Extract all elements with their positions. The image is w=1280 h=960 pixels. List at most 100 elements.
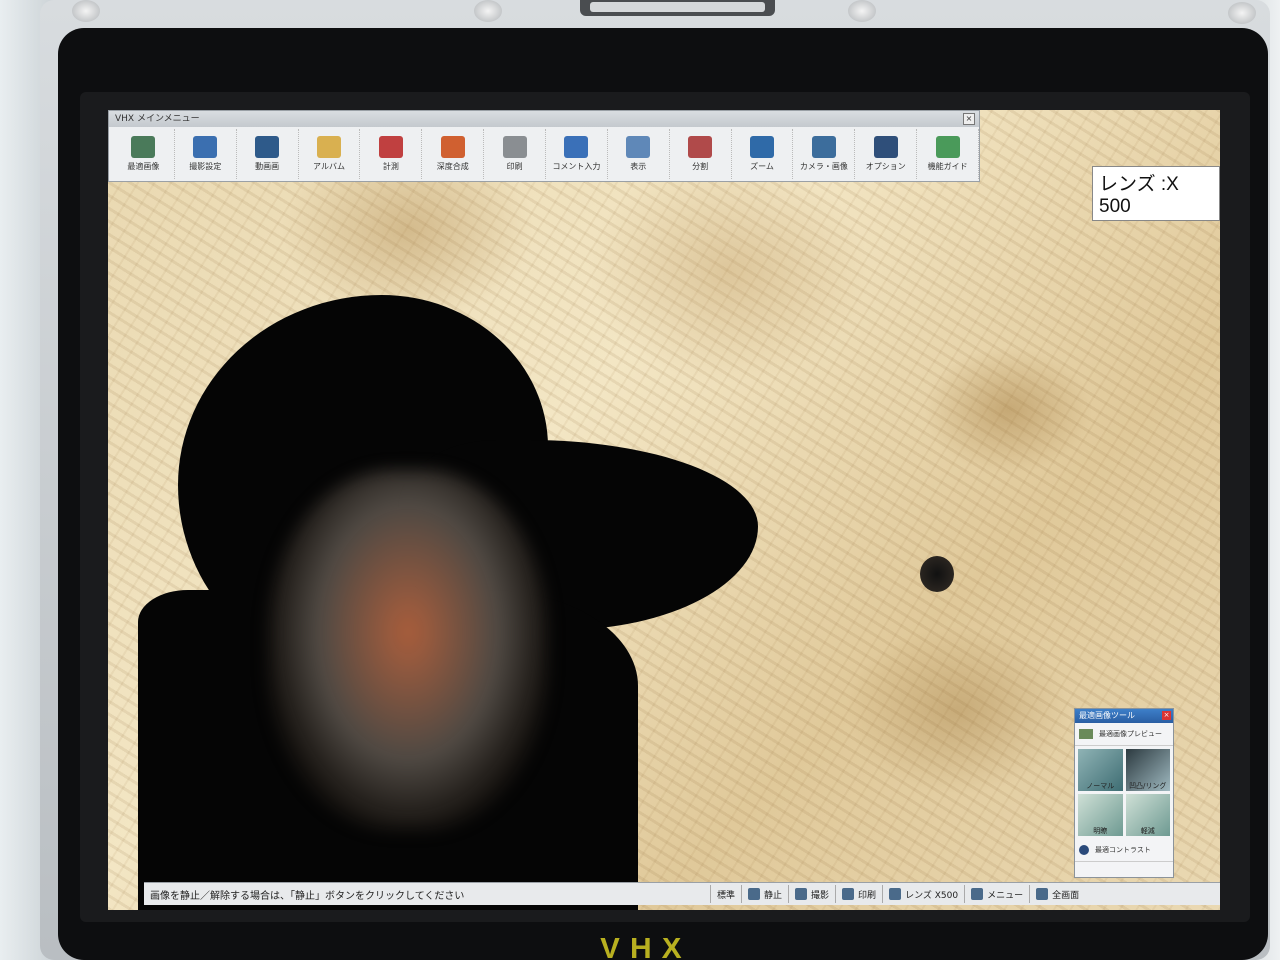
capture-button[interactable]: 撮影: [788, 885, 835, 903]
toolbar-buttons: 最適画像 撮影設定 動画画 アルバム 計測 深度合成 印刷 コメント入力 表示 分割 ズーム カメラ・…: [109, 127, 980, 181]
status-item-label: メニュー: [987, 890, 1024, 901]
main-menu-title: VHX メインメニュー ×: [109, 111, 979, 127]
camera-settings-icon: [193, 136, 218, 158]
3d-icon: [440, 136, 465, 158]
toolbar-button[interactable]: コメント入力: [546, 129, 608, 179]
thumb-normal[interactable]: ノーマル: [1078, 749, 1123, 791]
lens-icon: [889, 888, 902, 900]
screw: [1228, 2, 1256, 24]
toolbar-button-label: 印刷: [506, 162, 523, 171]
toolbar-button-label: 分割: [692, 162, 709, 171]
lens-magnification: レンズ :X 500: [1092, 166, 1220, 221]
preview-icon: [1079, 729, 1093, 739]
toolbar-button-label: 表示: [630, 162, 647, 171]
toolbar-button[interactable]: 撮影設定: [175, 129, 237, 179]
preview-button[interactable]: 最適画像プレビュー: [1075, 723, 1173, 746]
status-item-label: レンズ X500: [905, 890, 959, 901]
toolbar-button-label: オプション: [865, 162, 906, 171]
close-icon[interactable]: ×: [1162, 711, 1171, 720]
toolbar-button[interactable]: 深度合成: [422, 129, 485, 179]
panel-title: 最適画像ツール ×: [1075, 709, 1173, 723]
panel-title-text: 最適画像ツール: [1079, 711, 1135, 720]
toolbar-button-label: アルバム: [313, 162, 345, 171]
tools-icon: [873, 136, 898, 158]
toolbar-button-label: 深度合成: [436, 162, 469, 171]
screw: [848, 0, 876, 22]
toolbar-button-label: 計測: [382, 162, 399, 171]
thumb-clear[interactable]: 明瞭: [1078, 794, 1123, 836]
display-icon: [626, 136, 651, 158]
thumb-label: 明瞭: [1093, 827, 1108, 835]
camera-icon: [795, 888, 808, 900]
toolbar-button-label: 機能ガイド: [927, 162, 968, 171]
contrast-button[interactable]: 最適コントラスト: [1075, 839, 1173, 862]
toolbar-button[interactable]: カメラ・画像: [793, 129, 856, 179]
thumb-label: 軽減: [1140, 827, 1155, 835]
guide-icon: [935, 136, 960, 158]
album-icon: [317, 136, 341, 158]
status-item-label: 撮影: [811, 890, 830, 901]
toolbar-button[interactable]: アルバム: [299, 129, 361, 179]
toolbar-button[interactable]: 機能ガイド: [917, 129, 980, 179]
menu-button[interactable]: メニュー: [964, 885, 1029, 903]
window-title: VHX メインメニュー: [115, 114, 200, 124]
toolbar-button[interactable]: 表示: [608, 129, 670, 179]
toolbar-button[interactable]: オプション: [855, 129, 918, 179]
main-menu-window: VHX メインメニュー × 最適画像 撮影設定 動画画 アルバム 計測 深度合成 印刷 コメン…: [108, 110, 980, 182]
toolbar-button-label: 動画画: [255, 162, 280, 171]
status-item-label: 静止: [764, 890, 783, 901]
fullscreen-button[interactable]: 全画面: [1029, 885, 1085, 903]
status-bar: 画像を静止／解除する場合は、「静止」ボタンをクリックしてください 標準 静止 撮影 印…: [144, 882, 1220, 905]
print-icon: [842, 888, 855, 900]
status-message: 画像を静止／解除する場合は、「静止」ボタンをクリックしてください: [150, 890, 465, 902]
split-icon: [688, 136, 713, 158]
blurred-particle: [268, 470, 548, 830]
toolbar-button-label: コメント入力: [552, 162, 601, 171]
zoom-icon: [750, 136, 775, 158]
toolbar-button-label: カメラ・画像: [799, 162, 848, 171]
thumb-label: 凹凸/リング: [1129, 782, 1167, 790]
camera-image-icon: [811, 136, 836, 158]
contrast-label: 最適コントラスト: [1095, 846, 1151, 854]
toolbar-button[interactable]: 動画画: [237, 129, 299, 179]
toolbar-button-label: 最適画像: [127, 162, 160, 171]
lens-button[interactable]: レンズ X500: [882, 885, 964, 903]
toolbar-button[interactable]: ズーム: [732, 129, 794, 179]
status-item-label: 印刷: [858, 890, 877, 901]
toolbar-button[interactable]: 分割: [670, 129, 732, 179]
optimal-image-tool-panel: 最適画像ツール × 最適画像プレビュー ノーマル 凹凸/リング 明瞭 軽減 最適…: [1074, 708, 1174, 878]
screw: [474, 0, 502, 22]
toolbar-button[interactable]: 計測: [360, 129, 423, 179]
comment-icon: [564, 136, 589, 158]
pore: [920, 556, 954, 592]
fullscreen-icon: [1036, 888, 1049, 900]
status-buttons: 標準 静止 撮影 印刷 レンズ X500 メニュー 全画面: [710, 885, 1085, 903]
status-item-label: 全画面: [1052, 890, 1080, 901]
freeze-button[interactable]: 静止: [741, 885, 788, 903]
freeze-icon: [748, 888, 761, 900]
measure-icon: [378, 136, 403, 158]
status-mode[interactable]: 標準: [710, 885, 741, 903]
monitor-hinge: [580, 0, 775, 16]
screen: VHX メインメニュー × 最適画像 撮影設定 動画画 アルバム 計測 深度合成 印刷 コメン…: [108, 110, 1220, 910]
microscope-image[interactable]: [108, 110, 1220, 910]
toolbar-button-label: 撮影設定: [189, 162, 222, 171]
thumb-ring[interactable]: 凹凸/リング: [1125, 749, 1170, 791]
close-icon[interactable]: ×: [963, 113, 975, 125]
thumb-reduce[interactable]: 軽減: [1125, 794, 1170, 836]
video-icon: [255, 136, 280, 158]
toolbar-button-label: ズーム: [750, 162, 774, 171]
print-status-button[interactable]: 印刷: [835, 885, 882, 903]
image-icon: [131, 136, 156, 158]
menu-icon: [971, 888, 984, 900]
toolbar-button[interactable]: 最適画像: [113, 129, 175, 179]
mode-thumbnails: ノーマル 凹凸/リング 明瞭 軽減: [1075, 746, 1173, 839]
print-icon: [502, 136, 527, 158]
contrast-icon: [1079, 845, 1089, 855]
preview-label: 最適画像プレビュー: [1099, 730, 1162, 738]
status-item-label: 標準: [717, 890, 736, 901]
screw: [72, 0, 100, 22]
device-logo: VHX: [600, 938, 692, 960]
thumb-label: ノーマル: [1086, 782, 1115, 790]
toolbar-button[interactable]: 印刷: [484, 129, 547, 179]
